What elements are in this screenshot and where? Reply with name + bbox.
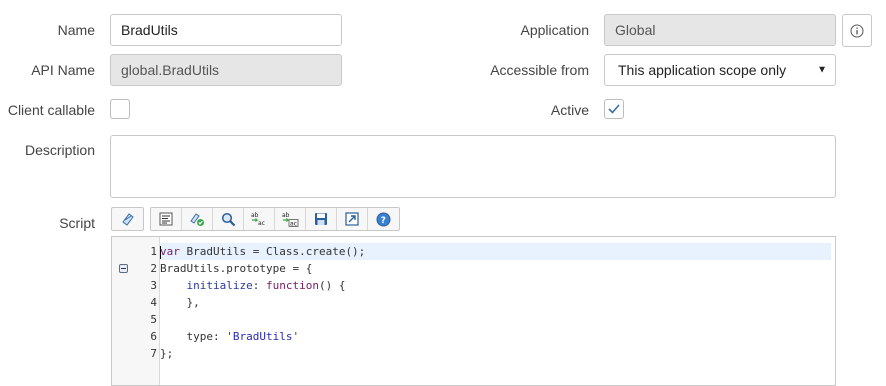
script-toolbar: ab ac ab ac ? <box>111 207 406 231</box>
application-field: Global <box>604 14 836 46</box>
dropdown-arrow-icon: ▼ <box>817 64 827 76</box>
toolbar-group-tools: ab ac ab ac ? <box>150 207 400 231</box>
save-icon <box>315 213 327 225</box>
description-label: Description <box>24 142 95 158</box>
svg-text:ab: ab <box>282 212 290 219</box>
application-label: Application <box>520 22 590 38</box>
save-button[interactable] <box>306 208 337 230</box>
info-icon <box>850 24 864 37</box>
check-script-icon <box>190 213 204 226</box>
svg-text:ac: ac <box>258 220 265 227</box>
script-label: Script <box>59 215 95 231</box>
svg-text:?: ? <box>381 216 386 226</box>
help-icon: ? <box>376 212 391 226</box>
api-name-value: global.BradUtils <box>121 62 220 78</box>
replace-all-icon: ab ac <box>282 212 299 228</box>
format-code-button[interactable] <box>151 208 182 230</box>
line-number: 2 <box>150 262 157 275</box>
application-value: Global <box>615 22 656 38</box>
code-line: 4 }, <box>150 294 831 311</box>
code-line: 3 initialize: function() { <box>150 277 831 294</box>
check-script-button[interactable] <box>182 208 213 230</box>
search-button[interactable] <box>213 208 244 230</box>
name-label: Name <box>57 22 95 38</box>
line-number: 6 <box>150 330 157 343</box>
search-icon <box>221 212 235 226</box>
svg-text:ab: ab <box>251 212 259 219</box>
code-line: 7}; <box>150 345 831 362</box>
code-line: 5 <box>150 311 831 328</box>
api-name-label: API Name <box>31 62 95 78</box>
code-line: 6 type: 'BradUtils' <box>150 328 831 345</box>
code-token-string: 'BradUtils' <box>226 330 300 343</box>
active-label: Active <box>550 102 589 118</box>
help-button[interactable]: ? <box>368 208 399 230</box>
format-code-icon <box>159 212 173 226</box>
line-number: 3 <box>150 279 157 292</box>
code-token-keyword: function <box>265 279 319 292</box>
fullscreen-button[interactable] <box>337 208 368 230</box>
active-checkbox[interactable] <box>604 99 624 119</box>
replace-all-button[interactable]: ab ac <box>275 208 306 230</box>
accessible-from-value: This application scope only <box>618 62 787 78</box>
line-number: 1 <box>150 245 157 258</box>
client-callable-checkbox[interactable] <box>110 99 130 119</box>
api-name-field: global.BradUtils <box>110 54 342 86</box>
code-token-keyword: var <box>160 245 180 258</box>
description-textarea[interactable] <box>110 135 836 198</box>
name-field-value: BradUtils <box>121 22 178 38</box>
replace-icon: ab ac <box>251 212 265 227</box>
accessible-from-label: Accessible from <box>490 62 589 78</box>
application-info-button[interactable] <box>842 14 872 47</box>
toolbar-group-syntax <box>111 207 144 231</box>
toggle-syntax-button[interactable] <box>112 208 143 230</box>
code-area[interactable]: 1 var BradUtils = Class.create(); 2 BradUt… <box>119 243 831 362</box>
name-field[interactable]: BradUtils <box>110 14 342 46</box>
accessible-from-select[interactable]: This application scope only ▼ <box>604 54 836 86</box>
code-line: 1 var BradUtils = Class.create(); <box>150 243 831 260</box>
fullscreen-icon <box>345 212 359 226</box>
replace-button[interactable]: ab ac <box>244 208 275 230</box>
code-token-property: initialize <box>186 279 253 292</box>
script-editor[interactable]: 1 var BradUtils = Class.create(); 2 BradUt… <box>111 236 836 386</box>
checkmark-icon <box>608 104 620 114</box>
line-number: 5 <box>150 313 157 326</box>
svg-text:ac: ac <box>290 221 297 228</box>
line-number: 7 <box>150 347 157 360</box>
toggle-syntax-icon <box>121 213 134 226</box>
client-callable-label: Client callable <box>7 102 95 118</box>
code-line: 2 BradUtils.prototype = { <box>119 260 831 277</box>
line-number: 4 <box>150 296 157 309</box>
